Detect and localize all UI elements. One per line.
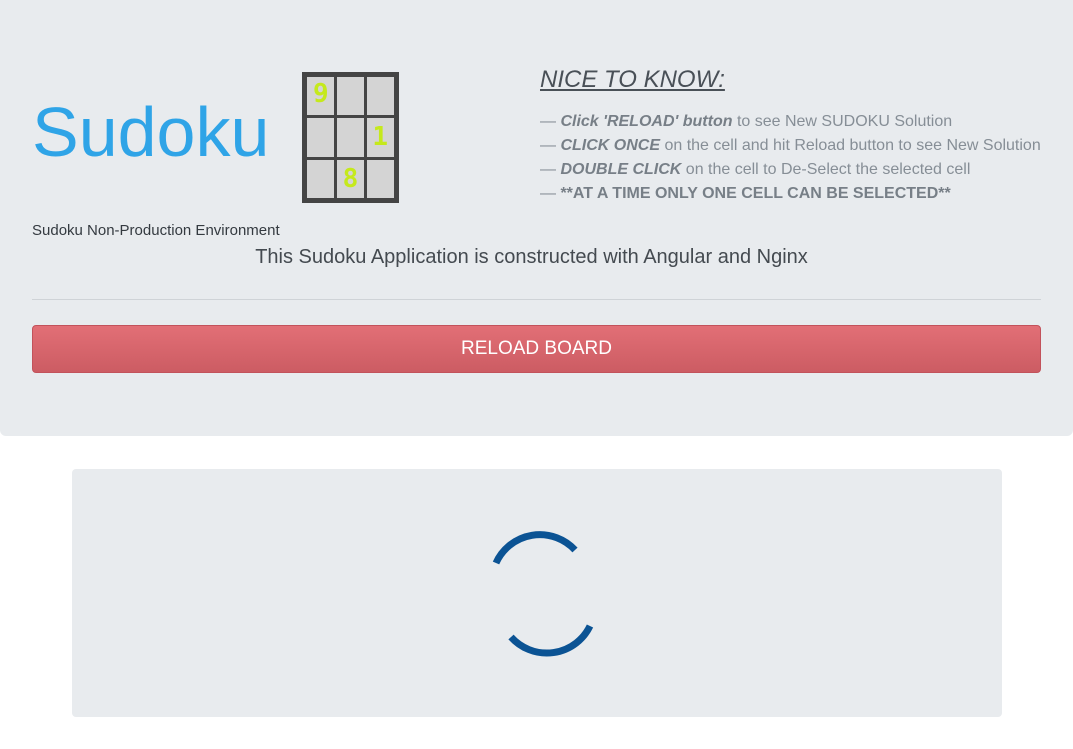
list-item: — DOUBLE CLICK on the cell to De-Select … [540,158,1041,182]
tip-emphasis: **AT A TIME ONLY ONE CELL CAN BE SELECTE… [560,185,951,202]
divider [32,299,1041,300]
list-dash: — [540,137,561,154]
app-description: This Sudoku Application is constructed w… [255,246,808,268]
sudoku-logo-icon: 9 1 8 [302,72,399,203]
tip-emphasis: CLICK ONCE [560,137,661,154]
reload-board-button[interactable]: RELOAD BOARD [32,325,1041,373]
logo-cell: 8 [337,159,364,198]
logo-cell: 9 [307,77,334,116]
list-dash: — [540,161,561,178]
logo-cell [307,159,334,198]
spinner-arc-bottom [508,624,594,657]
environment-label: Sudoku Non-Production Environment [32,222,280,239]
nice-to-know-heading: NICE TO KNOW: [540,66,725,93]
logo-cell [367,77,394,116]
logo-cell [307,118,334,157]
logo-cell: 1 [367,118,394,157]
list-item: — Click 'RELOAD' button to see New SUDOK… [540,110,1041,134]
tip-text: on the cell and hit Reload button to see… [660,137,1041,154]
tip-text: on the cell to De-Select the selected ce… [681,161,971,178]
header-panel: Sudoku 9 1 8 NICE TO KNOW: — Click 'RELO… [0,0,1073,436]
page-title: Sudoku [32,93,270,171]
logo-cell [337,77,364,116]
logo-cell [367,159,394,198]
list-item: — **AT A TIME ONLY ONE CELL CAN BE SELEC… [540,182,1041,206]
logo-cell [337,118,364,157]
tip-emphasis: Click 'RELOAD' button [560,113,733,130]
nice-to-know-list: — Click 'RELOAD' button to see New SUDOK… [540,110,1041,206]
spinner-arc-top [492,531,578,565]
list-item: — CLICK ONCE on the cell and hit Reload … [540,134,1041,158]
tip-text: to see New SUDOKU Solution [732,113,953,130]
list-dash: — [540,185,561,202]
tip-emphasis: DOUBLE CLICK [560,161,682,178]
loading-spinner-icon [492,531,594,657]
list-dash: — [540,113,561,130]
